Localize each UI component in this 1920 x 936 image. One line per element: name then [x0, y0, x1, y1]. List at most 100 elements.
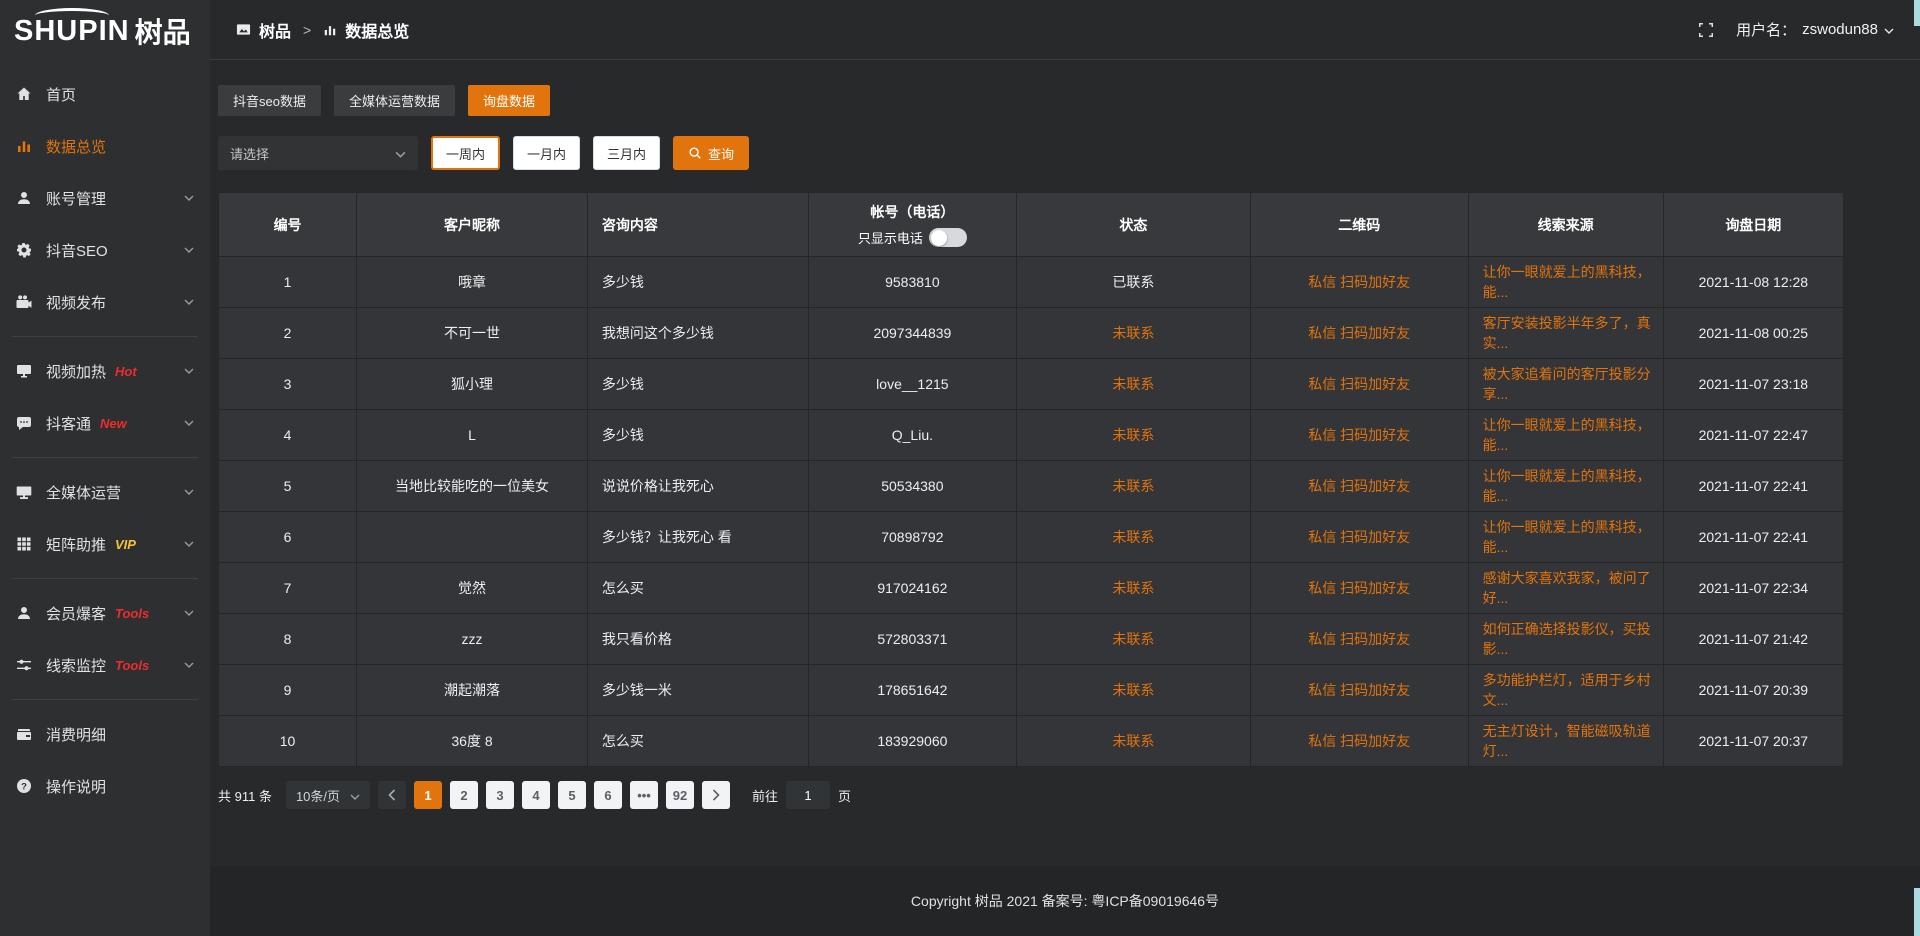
sidebar-item-label: 会员爆客 — [46, 603, 106, 624]
col-header-account-title: 帐号（电话） — [809, 202, 1016, 222]
scrollbar-thumb[interactable] — [1914, 888, 1920, 936]
goto-label: 前往 — [752, 786, 778, 805]
source-link-cell[interactable]: 让你一眼就爱上的黑科技，能... — [1468, 410, 1663, 461]
user-icon — [16, 190, 34, 206]
query-button[interactable]: 查询 — [673, 136, 749, 170]
date-cell: 2021-11-07 20:37 — [1663, 716, 1843, 767]
sidebar-item-label: 账号管理 — [46, 188, 106, 209]
sidebar-item-label: 操作说明 — [46, 776, 106, 797]
no-cell: 7 — [219, 563, 357, 614]
page-button-3[interactable]: 3 — [486, 781, 514, 809]
monitor-icon — [16, 484, 34, 500]
page-button-2[interactable]: 2 — [450, 781, 478, 809]
content-cell: 说说价格让我死心 — [587, 461, 808, 512]
sidebar-item-label: 视频加热 — [46, 361, 106, 382]
chevron-down-icon — [1884, 21, 1894, 38]
main-content: 抖音seo数据 全媒体运营数据 询盘数据 请选择 一周内 一月内 三月内 查询 … — [210, 85, 1920, 809]
no-cell: 9 — [219, 665, 357, 716]
menu-divider — [12, 699, 198, 700]
user-menu[interactable]: 用户名：zswodun88 — [1736, 19, 1894, 40]
nickname-cell — [357, 512, 588, 563]
date-cell: 2021-11-08 00:25 — [1663, 308, 1843, 359]
period-month-button[interactable]: 一月内 — [513, 136, 580, 170]
goto-page-input[interactable] — [786, 781, 830, 809]
qr-actions-cell[interactable]: 私信 扫码加好友 — [1250, 461, 1468, 512]
sidebar-item-douyin-seo[interactable]: 抖音SEO — [0, 224, 210, 276]
period-week-button[interactable]: 一周内 — [431, 136, 500, 170]
no-cell: 6 — [219, 512, 357, 563]
sidebar-item-clue-monitor[interactable]: 线索监控 Tools — [0, 639, 210, 691]
status-cell: 未联系 — [1016, 308, 1250, 359]
date-cell: 2021-11-07 22:47 — [1663, 410, 1843, 461]
hot-badge: Hot — [115, 364, 137, 379]
tab-inquiry-data[interactable]: 询盘数据 — [468, 85, 550, 116]
sidebar-item-help[interactable]: ? 操作说明 — [0, 760, 210, 812]
status-cell: 已联系 — [1016, 257, 1250, 308]
qr-actions-cell[interactable]: 私信 扫码加好友 — [1250, 512, 1468, 563]
prev-page-button[interactable] — [378, 781, 406, 809]
qr-actions-cell[interactable]: 私信 扫码加好友 — [1250, 563, 1468, 614]
phone-only-toggle[interactable] — [929, 228, 967, 247]
page-button-1[interactable]: 1 — [414, 781, 442, 809]
page-button-92[interactable]: 92 — [666, 781, 694, 809]
bar-chart-icon — [16, 138, 34, 154]
qr-actions-cell[interactable]: 私信 扫码加好友 — [1250, 410, 1468, 461]
account-cell: 183929060 — [808, 716, 1016, 767]
source-link-cell[interactable]: 让你一眼就爱上的黑科技，能... — [1468, 512, 1663, 563]
pagination: 共 911 条 10条/页 1 2 3 4 5 6 ••• 92 前往 页 — [218, 781, 1844, 809]
breadcrumb-current: 数据总览 — [345, 18, 409, 42]
query-button-label: 查询 — [708, 144, 734, 163]
qr-actions-cell[interactable]: 私信 扫码加好友 — [1250, 257, 1468, 308]
chevron-down-icon — [184, 420, 194, 426]
sidebar-item-member-tools[interactable]: 会员爆客 Tools — [0, 587, 210, 639]
page-size-select[interactable]: 10条/页 — [286, 781, 370, 809]
qr-actions-cell[interactable]: 私信 扫码加好友 — [1250, 665, 1468, 716]
bar-chart-icon — [323, 23, 337, 37]
scrollbar-thumb[interactable] — [1914, 0, 1920, 26]
sidebar-item-label: 首页 — [46, 84, 76, 105]
filter-select[interactable]: 请选择 — [218, 136, 418, 170]
page-button-4[interactable]: 4 — [522, 781, 550, 809]
source-link-cell[interactable]: 让你一眼就爱上的黑科技，能... — [1468, 257, 1663, 308]
breadcrumb-home[interactable]: 树品 — [259, 18, 291, 42]
next-page-button[interactable] — [702, 781, 730, 809]
source-link-cell[interactable]: 如何正确选择投影仪，买投影... — [1468, 614, 1663, 665]
source-link-cell[interactable]: 多功能护栏灯，适用于乡村文... — [1468, 665, 1663, 716]
sidebar-item-consumption[interactable]: 消费明细 — [0, 708, 210, 760]
content-cell: 我想问这个多少钱 — [587, 308, 808, 359]
source-link-cell[interactable]: 客厅安装投影半年多了，真实... — [1468, 308, 1663, 359]
total-count: 共 911 条 — [218, 786, 272, 805]
table-header-row: 编号 客户昵称 咨询内容 帐号（电话） 只显示电话 状态 二维码 线索来源 询盘… — [219, 193, 1844, 257]
sidebar-item-account[interactable]: 账号管理 — [0, 172, 210, 224]
source-link-cell[interactable]: 无主灯设计，智能磁吸轨道灯... — [1468, 716, 1663, 767]
col-header-no: 编号 — [219, 193, 357, 257]
qr-actions-cell[interactable]: 私信 扫码加好友 — [1250, 359, 1468, 410]
period-quarter-button[interactable]: 三月内 — [593, 136, 660, 170]
page-button-6[interactable]: 6 — [594, 781, 622, 809]
nickname-cell: 当地比较能吃的一位美女 — [357, 461, 588, 512]
sidebar-item-video-publish[interactable]: 视频发布 — [0, 276, 210, 328]
qr-actions-cell[interactable]: 私信 扫码加好友 — [1250, 308, 1468, 359]
sidebar-item-doukutong[interactable]: 抖客通 New — [0, 397, 210, 449]
sidebar-item-home[interactable]: 首页 — [0, 68, 210, 120]
toggle-knob — [931, 230, 947, 246]
source-link-cell[interactable]: 感谢大家喜欢我家，被问了好... — [1468, 563, 1663, 614]
more-pages-button[interactable]: ••• — [630, 781, 658, 809]
tab-douyin-seo-data[interactable]: 抖音seo数据 — [218, 85, 321, 116]
sidebar-item-video-heating[interactable]: 视频加热 Hot — [0, 345, 210, 397]
billboard-icon — [16, 363, 34, 379]
source-link-cell[interactable]: 让你一眼就爱上的黑科技，能... — [1468, 461, 1663, 512]
sidebar-item-matrix-boost[interactable]: 矩阵助推 VIP — [0, 518, 210, 570]
content-cell: 多少钱 — [587, 257, 808, 308]
sidebar-item-media-operation[interactable]: 全媒体运营 — [0, 466, 210, 518]
qr-actions-cell[interactable]: 私信 扫码加好友 — [1250, 716, 1468, 767]
page-button-5[interactable]: 5 — [558, 781, 586, 809]
fullscreen-icon[interactable] — [1698, 22, 1714, 38]
qr-actions-cell[interactable]: 私信 扫码加好友 — [1250, 614, 1468, 665]
sidebar-item-data-overview[interactable]: 数据总览 — [0, 120, 210, 172]
tab-media-operation-data[interactable]: 全媒体运营数据 — [334, 85, 455, 116]
table-row: 3 狐小理 多少钱 love__1215 未联系 私信 扫码加好友 被大家追着问… — [219, 359, 1844, 410]
source-link-cell[interactable]: 被大家追着问的客厅投影分享... — [1468, 359, 1663, 410]
menu-divider — [12, 336, 198, 337]
account-cell: 70898792 — [808, 512, 1016, 563]
